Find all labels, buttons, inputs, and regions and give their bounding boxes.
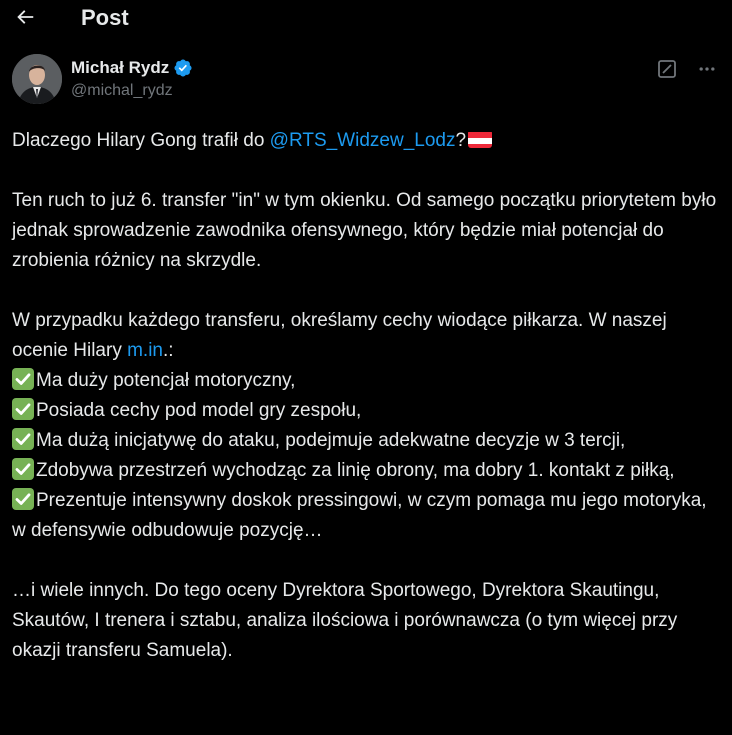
grok-icon — [658, 60, 676, 78]
avatar[interactable] — [12, 54, 62, 104]
display-name-row: Michał Rydz — [71, 56, 193, 80]
mention-link[interactable]: @RTS_Widzew_Lodz — [270, 130, 456, 151]
check-mark-button-icon — [12, 488, 34, 510]
bullet-text: Prezentuje intensywny doskok pressingowi… — [12, 490, 707, 541]
check-mark-button-icon — [12, 368, 34, 390]
arrow-left-icon — [17, 10, 34, 24]
check-mark-button-icon — [12, 458, 34, 480]
post-author-row: Michał Rydz @michal_rydz — [0, 54, 732, 106]
more-options-button[interactable] — [696, 58, 718, 80]
bullet-text: Ma duży potencjał motoryczny, — [36, 370, 296, 391]
verified-badge-icon — [173, 58, 193, 78]
bullet-item: Posiada cechy pod model gry zespołu, — [12, 396, 720, 426]
author-handle[interactable]: @michal_rydz — [71, 82, 193, 100]
post-text-segment: Dlaczego Hilary Gong trafił do — [12, 130, 270, 151]
post-text-segment: W przypadku każdego transferu, określamy… — [12, 310, 667, 361]
back-button[interactable] — [12, 4, 38, 30]
bullet-text: Zdobywa przestrzeń wychodząc za linię ob… — [36, 460, 675, 481]
top-bar: Post — [0, 0, 732, 38]
post-paragraph-3: W przypadku każdego transferu, określamy… — [12, 306, 720, 366]
bullet-text: Posiada cechy pod model gry zespołu, — [36, 400, 362, 421]
grok-button[interactable] — [656, 58, 678, 80]
post-paragraph-1: Dlaczego Hilary Gong trafił do @RTS_Widz… — [12, 126, 720, 156]
check-mark-button-icon — [12, 398, 34, 420]
post-text: Dlaczego Hilary Gong trafił do @RTS_Widz… — [12, 126, 720, 666]
display-name[interactable]: Michał Rydz — [71, 58, 169, 78]
page-title: Post — [81, 5, 129, 30]
bullet-text: Ma dużą inicjatywę do ataku, podejmuje a… — [36, 430, 626, 451]
more-horizontal-icon — [699, 67, 715, 71]
bullet-item: Prezentuje intensywny doskok pressingowi… — [12, 486, 720, 546]
post-paragraph-2: Ten ruch to już 6. transfer "in" w tym o… — [12, 190, 717, 271]
bullet-item: Ma duży potencjał motoryczny, — [12, 366, 720, 396]
post-top-actions — [656, 58, 718, 80]
check-mark-button-icon — [12, 428, 34, 450]
bullet-item: Zdobywa przestrzeń wychodząc za linię ob… — [12, 456, 720, 486]
author-name-block: Michał Rydz @michal_rydz — [71, 56, 193, 100]
post-text-segment: ? — [455, 130, 467, 151]
post-paragraph-4: …i wiele innych. Do tego oceny Dyrektora… — [12, 580, 678, 661]
austria-flag-icon — [468, 130, 493, 148]
avatar-image — [12, 54, 62, 104]
post-text-segment: .: — [163, 340, 174, 361]
bullet-item: Ma dużą inicjatywę do ataku, podejmuje a… — [12, 426, 720, 456]
inline-link[interactable]: m.in — [127, 340, 163, 361]
